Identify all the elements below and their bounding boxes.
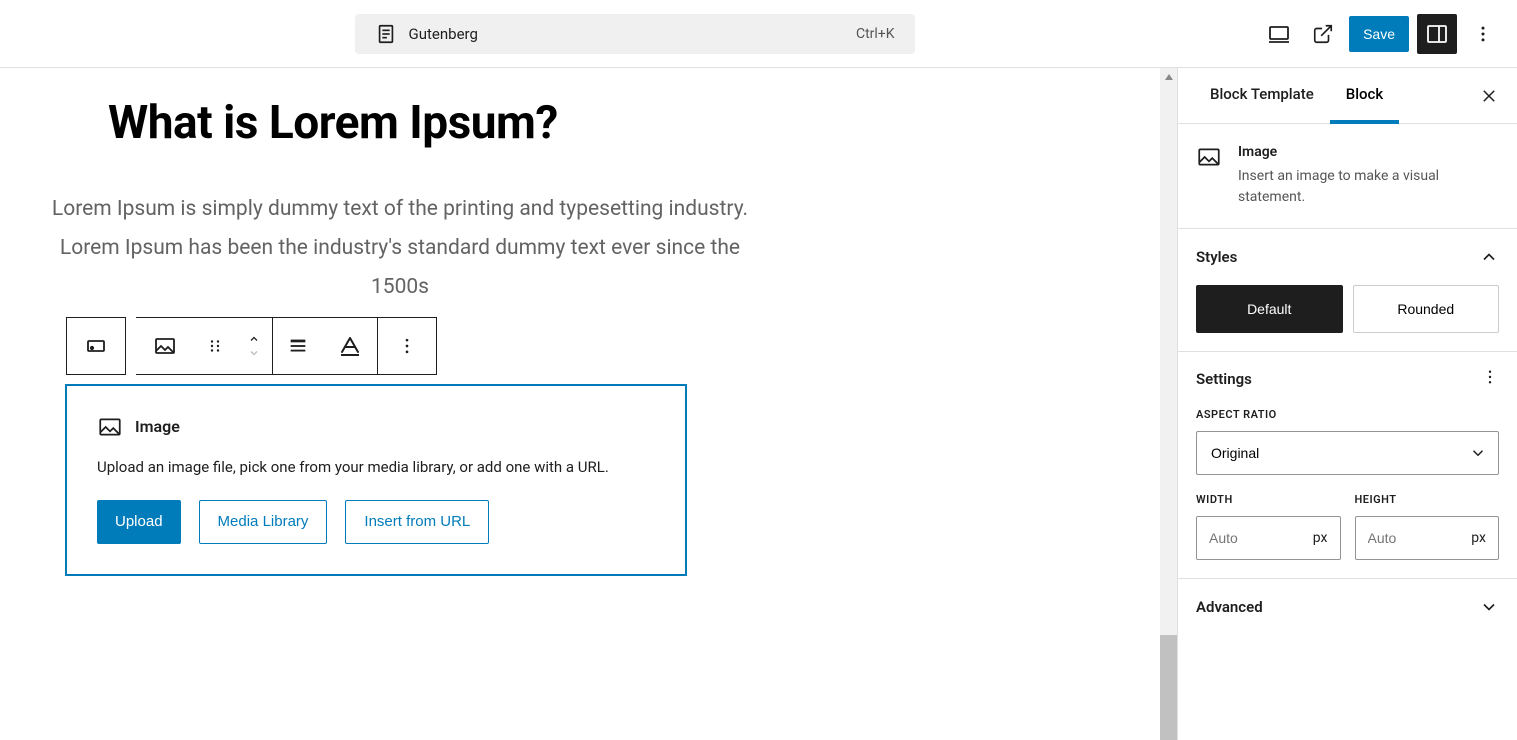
external-icon xyxy=(1312,23,1334,45)
image-icon xyxy=(97,414,123,440)
toggle-sidebar-button[interactable] xyxy=(1417,14,1457,54)
width-input[interactable] xyxy=(1209,530,1313,546)
top-bar-center: Gutenberg Ctrl+K xyxy=(16,14,1253,54)
dimension-row: WIDTH px HEIGHT px xyxy=(1196,493,1499,560)
width-label: WIDTH xyxy=(1196,493,1341,506)
style-options: Default Rounded xyxy=(1196,285,1499,333)
document-icon xyxy=(375,23,397,45)
advanced-heading: Advanced xyxy=(1196,598,1263,616)
width-unit[interactable]: px xyxy=(1313,530,1328,546)
drag-icon xyxy=(206,337,224,355)
page-title[interactable]: What is Lorem Ipsum? xyxy=(108,96,760,150)
settings-options-button[interactable] xyxy=(1481,368,1499,390)
chevron-up-icon xyxy=(1479,247,1499,267)
view-button[interactable] xyxy=(1261,16,1297,52)
placeholder-description: Upload an image file, pick one from your… xyxy=(97,458,655,476)
block-name: Image xyxy=(1238,144,1499,160)
scrollbar-thumb[interactable] xyxy=(1160,635,1177,740)
close-sidebar-button[interactable] xyxy=(1475,82,1503,110)
aspect-ratio-select[interactable]: Original xyxy=(1196,431,1499,475)
styles-panel: Styles Default Rounded xyxy=(1178,229,1517,352)
open-external-button[interactable] xyxy=(1305,16,1341,52)
more-vertical-icon xyxy=(397,336,417,356)
more-vertical-icon xyxy=(1473,24,1493,44)
settings-panel-header[interactable]: Settings xyxy=(1196,370,1499,388)
image-icon xyxy=(1196,144,1222,170)
aspect-ratio-label: ASPECT RATIO xyxy=(1196,408,1499,421)
close-icon xyxy=(1480,87,1498,105)
settings-panel: Settings ASPECT RATIO Original WIDTH px xyxy=(1178,352,1517,579)
placeholder-actions: Upload Media Library Insert from URL xyxy=(97,500,655,544)
parent-block-button[interactable] xyxy=(67,318,125,374)
scrollbar-up-icon[interactable] xyxy=(1160,68,1177,85)
settings-sidebar: Block Template Block Image Insert an ima… xyxy=(1177,68,1517,740)
block-description-text: Insert an image to make a visual stateme… xyxy=(1238,166,1499,208)
align-button[interactable] xyxy=(273,318,323,374)
move-buttons xyxy=(236,318,272,374)
placeholder-header: Image xyxy=(97,414,655,440)
style-rounded-button[interactable]: Rounded xyxy=(1353,285,1500,333)
block-description: Image Insert an image to make a visual s… xyxy=(1178,124,1517,229)
sidebar-tabs: Block Template Block xyxy=(1178,68,1517,124)
group-icon xyxy=(84,334,108,358)
document-name: Gutenberg xyxy=(409,25,478,43)
document-switcher[interactable]: Gutenberg Ctrl+K xyxy=(355,14,915,54)
media-library-button[interactable]: Media Library xyxy=(199,500,328,544)
tab-block[interactable]: Block xyxy=(1330,68,1399,124)
block-toolbar xyxy=(66,317,760,375)
style-default-button[interactable]: Default xyxy=(1196,285,1343,333)
block-type-button[interactable] xyxy=(136,318,194,374)
block-options-button[interactable] xyxy=(378,318,436,374)
styles-heading: Styles xyxy=(1196,248,1237,266)
top-bar-right: Save xyxy=(1261,14,1501,54)
upload-button[interactable]: Upload xyxy=(97,500,181,544)
height-unit[interactable]: px xyxy=(1471,530,1486,546)
options-button[interactable] xyxy=(1465,16,1501,52)
chevron-up-icon[interactable] xyxy=(246,333,262,345)
advanced-panel-header[interactable]: Advanced xyxy=(1196,597,1499,617)
advanced-panel: Advanced xyxy=(1178,579,1517,635)
body: What is Lorem Ipsum? Lorem Ipsum is simp… xyxy=(0,68,1517,740)
placeholder-title: Image xyxy=(135,417,180,436)
document-shortcut: Ctrl+K xyxy=(856,26,895,42)
top-bar: Gutenberg Ctrl+K Save xyxy=(0,0,1517,68)
chevron-down-icon xyxy=(1479,597,1499,617)
insert-from-url-button[interactable]: Insert from URL xyxy=(345,500,489,544)
desktop-icon xyxy=(1267,22,1291,46)
canvas-wrap: What is Lorem Ipsum? Lorem Ipsum is simp… xyxy=(0,68,1177,740)
paragraph-block[interactable]: Lorem Ipsum is simply dummy text of the … xyxy=(40,190,760,307)
caption-button[interactable] xyxy=(323,318,377,374)
sidebar-icon xyxy=(1425,22,1449,46)
height-input[interactable] xyxy=(1368,530,1472,546)
tab-block-template[interactable]: Block Template xyxy=(1194,68,1330,124)
height-label: HEIGHT xyxy=(1355,493,1500,506)
image-block-placeholder[interactable]: Image Upload an image file, pick one fro… xyxy=(66,385,686,575)
styles-panel-header[interactable]: Styles xyxy=(1196,247,1499,267)
editor-canvas[interactable]: What is Lorem Ipsum? Lorem Ipsum is simp… xyxy=(0,68,820,595)
more-vertical-icon xyxy=(1481,368,1499,386)
image-icon xyxy=(153,334,177,358)
settings-heading: Settings xyxy=(1196,370,1252,388)
scrollbar[interactable] xyxy=(1160,68,1177,740)
align-icon xyxy=(287,335,309,357)
drag-handle[interactable] xyxy=(194,318,236,374)
save-button[interactable]: Save xyxy=(1349,16,1409,52)
chevron-down-icon[interactable] xyxy=(246,347,262,359)
caption-icon xyxy=(338,334,362,358)
